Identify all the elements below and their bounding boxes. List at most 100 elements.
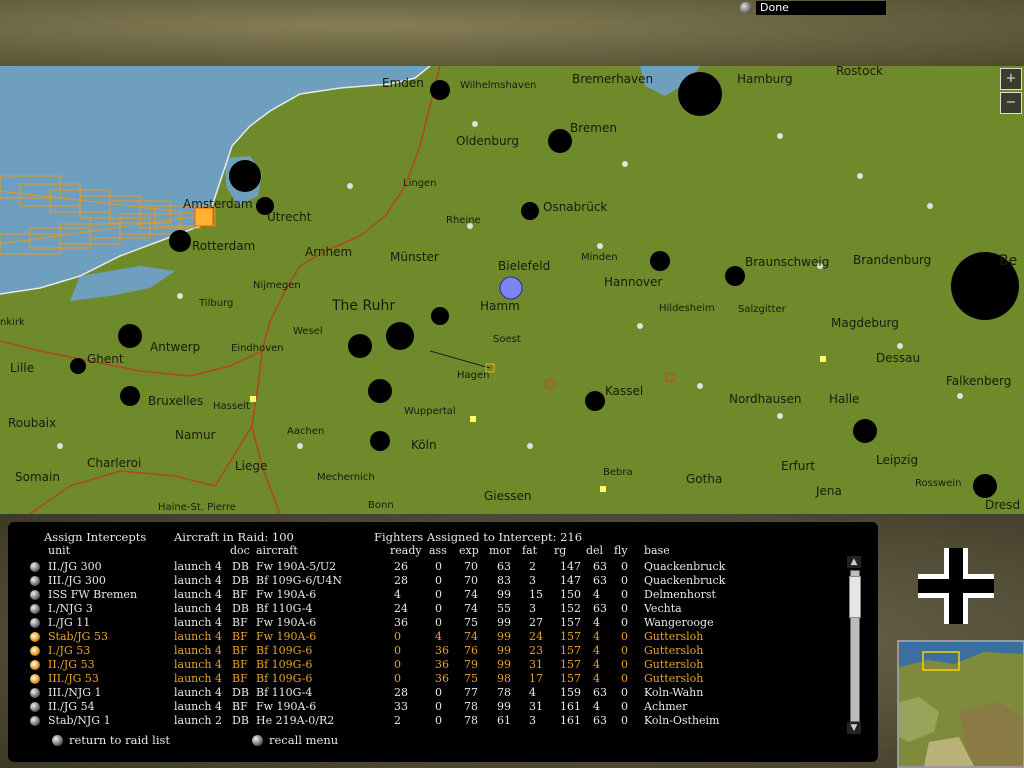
cell-mor: 98 (497, 672, 511, 685)
cell-ready: 2 (394, 714, 401, 727)
city-label: Hannover (604, 275, 663, 289)
cell-del: 63 (593, 714, 607, 727)
scroll-down-icon[interactable]: ▼ (847, 722, 861, 734)
cell-ready: 24 (394, 602, 408, 615)
cell-rg: 157 (560, 630, 581, 643)
cell-doc: launch 4 (174, 700, 222, 713)
city-label: Kassel (605, 384, 644, 398)
unit-row[interactable]: III./JG 300 launch 4 DB Bf 109G-6/U4N 28 0 70 8… (30, 574, 850, 588)
cell-ass: 4 (435, 630, 442, 643)
cell-aircraft: Bf 109G-6/U4N (256, 574, 342, 587)
cell-fat: 31 (529, 700, 543, 713)
minimap[interactable] (897, 640, 1024, 768)
unit-select-radio[interactable] (30, 632, 40, 642)
cell-doc: launch 4 (174, 588, 222, 601)
scroll-thumb[interactable] (849, 576, 861, 618)
city-label: Minden (581, 252, 618, 263)
unit-select-radio[interactable] (30, 590, 40, 600)
city-label: Ghent (87, 352, 124, 366)
unit-row[interactable]: II./JG 53 launch 4 BF Bf 109G-6 0 36 79 99 31 157… (30, 658, 850, 672)
unit-list-scrollbar[interactable]: ▲ ▼ (847, 556, 861, 734)
col-header-ready: ready (390, 544, 422, 557)
cell-exp: 75 (464, 616, 478, 629)
city-label: nkirk (0, 317, 25, 328)
city-label: Be (999, 253, 1018, 269)
unit-row[interactable]: ISS FW Bremen launch 4 BF Fw 190A-6 4 0 74 99 15… (30, 588, 850, 602)
cell-rg: 152 (560, 602, 581, 615)
city-label: Rotterdam (192, 239, 256, 253)
city-label: Eindhoven (231, 343, 284, 354)
city-label: Leipzig (876, 453, 919, 467)
cell-fly: 0 (621, 588, 628, 601)
scroll-up-icon[interactable]: ▲ (847, 556, 861, 568)
city-label: Dessau (876, 351, 921, 365)
cell-mor: 83 (497, 574, 511, 587)
unit-row[interactable]: Stab/NJG 1 launch 2 DB He 219A-0/R2 2 0 78 61 3 1… (30, 714, 850, 728)
cell-rg: 147 (560, 560, 581, 573)
cell-doc: launch 4 (174, 574, 222, 587)
unit-row[interactable]: I./JG 11 launch 4 BF Fw 190A-6 36 0 75 99 27 157 4… (30, 616, 850, 630)
unit-row[interactable]: III./JG 53 launch 4 BF Bf 109G-6 0 36 75 98 17 15… (30, 672, 850, 686)
return-to-raid-list-button[interactable]: return to raid list (52, 733, 170, 747)
cell-type: DB (232, 686, 249, 699)
cell-del: 4 (593, 588, 600, 601)
city-label: Braunschweig (745, 255, 830, 269)
city-label: Antwerp (150, 340, 201, 354)
col-header-fat: fat (522, 544, 538, 557)
city-label: Arnhem (305, 245, 353, 259)
unit-row[interactable]: I./NJG 3 launch 4 DB Bf 110G-4 24 0 74 55 3 152 63… (30, 602, 850, 616)
col-header-ass: ass (429, 544, 447, 557)
cell-fat: 3 (529, 714, 536, 727)
unit-row[interactable]: II./JG 54 launch 4 BF Fw 190A-6 33 0 78 99 31 161… (30, 700, 850, 714)
unit-select-radio[interactable] (30, 576, 40, 586)
unit-row[interactable]: Stab/JG 53 launch 4 BF Fw 190A-6 0 4 74 99 24 157… (30, 630, 850, 644)
unit-select-radio[interactable] (30, 646, 40, 656)
unit-select-radio[interactable] (30, 604, 40, 614)
unit-select-radio[interactable] (30, 716, 40, 726)
cell-aircraft: Bf 109G-6 (256, 658, 313, 671)
cell-type: BF (232, 630, 248, 643)
unit-select-radio[interactable] (30, 702, 40, 712)
cell-ready: 0 (394, 630, 401, 643)
city-label: Wilhelmshaven (460, 80, 537, 91)
city-label: Osnabrück (543, 200, 608, 214)
col-header-mor: mor (489, 544, 512, 557)
unit-select-radio[interactable] (30, 618, 40, 628)
cell-ass: 0 (435, 700, 442, 713)
cell-ass: 0 (435, 714, 442, 727)
cell-type: BF (232, 658, 248, 671)
cell-unit: Stab/JG 53 (48, 630, 108, 643)
city-label: Oldenburg (456, 134, 519, 148)
city-label: Jena (816, 484, 842, 498)
cell-doc: launch 2 (174, 714, 222, 727)
unit-row[interactable]: I./JG 53 launch 4 BF Bf 109G-6 0 36 76 99 23 157 4… (30, 644, 850, 658)
cell-ready: 0 (394, 644, 401, 657)
cell-rg: 157 (560, 616, 581, 629)
campaign-map[interactable]: Emden Wilhelmshaven Bremerhaven Hamburg … (0, 66, 1024, 514)
cell-ass: 0 (435, 560, 442, 573)
cell-ass: 0 (435, 686, 442, 699)
cell-exp: 77 (464, 686, 478, 699)
unit-select-radio[interactable] (30, 688, 40, 698)
cell-base: Quackenbruck (644, 560, 726, 573)
cell-unit: II./JG 54 (48, 700, 95, 713)
cell-fat: 31 (529, 658, 543, 671)
cell-rg: 157 (560, 644, 581, 657)
cell-type: BF (232, 616, 248, 629)
unit-select-radio[interactable] (30, 660, 40, 670)
zoom-out-button[interactable]: − (1000, 92, 1022, 114)
unit-select-radio[interactable] (30, 674, 40, 684)
cell-ready: 28 (394, 574, 408, 587)
zoom-in-button[interactable]: + (1000, 68, 1022, 90)
cell-unit: I./NJG 3 (48, 602, 93, 615)
cell-unit: III./NJG 1 (48, 686, 102, 699)
unit-row[interactable]: III./NJG 1 launch 4 DB Bf 110G-4 28 0 77 78 4 159… (30, 686, 850, 700)
cell-ready: 36 (394, 616, 408, 629)
done-button[interactable]: Done (740, 1, 886, 15)
cell-aircraft: Bf 109G-6 (256, 644, 313, 657)
unit-select-radio[interactable] (30, 562, 40, 572)
recall-menu-button[interactable]: recall menu (252, 733, 338, 747)
unit-row[interactable]: II./JG 300 launch 4 DB Fw 190A-5/U2 26 0 70 63 2… (30, 560, 850, 574)
cell-doc: launch 4 (174, 672, 222, 685)
luftwaffe-cross-icon (918, 548, 994, 624)
